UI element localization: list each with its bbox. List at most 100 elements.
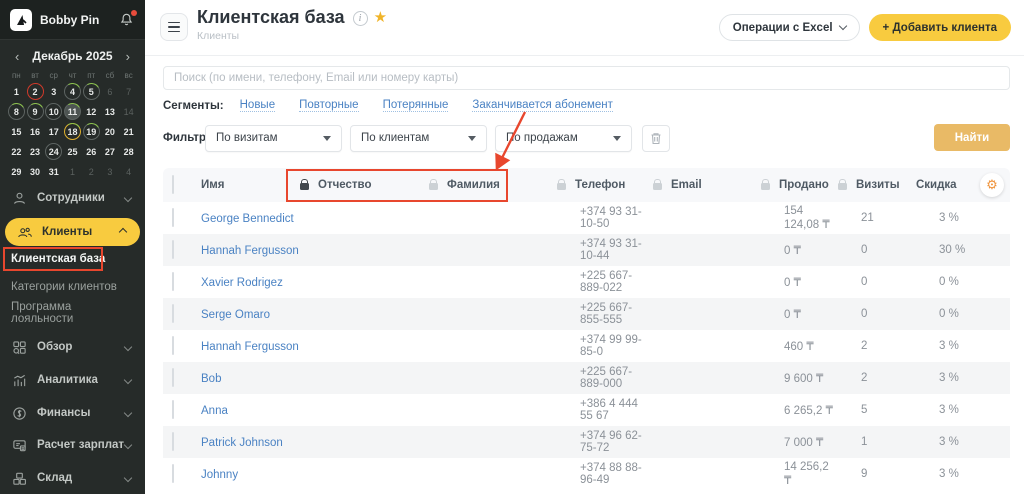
sidebar-subitem-client-base[interactable]: Клиентская база	[0, 246, 145, 271]
calendar-day[interactable]: 23	[27, 143, 44, 160]
calendar-day[interactable]: 1	[64, 163, 81, 180]
calendar-day[interactable]: 10	[45, 103, 62, 120]
calendar-day[interactable]: 19	[83, 123, 100, 140]
calendar-day[interactable]: 30	[27, 163, 44, 180]
segment-link-repeat[interactable]: Повторные	[299, 99, 358, 112]
calendar-day[interactable]: 2	[27, 83, 44, 100]
sidebar-subitem-label: Категории клиентов	[11, 281, 117, 293]
calendar-day[interactable]: 22	[8, 143, 25, 160]
sidebar-item-employees[interactable]: Сотрудники	[0, 184, 145, 212]
sidebar-subitem-loyalty-program[interactable]: Программа лояльности	[0, 300, 145, 325]
row-checkbox[interactable]	[172, 304, 174, 323]
calendar-day[interactable]: 8	[8, 103, 25, 120]
column-header-phone[interactable]: Телефон	[557, 179, 653, 191]
row-checkbox[interactable]	[172, 368, 174, 387]
cell-phone: +225 667-889-022	[557, 270, 653, 294]
cell-discount: 0 %	[916, 308, 986, 320]
column-header-name[interactable]: Имя	[201, 179, 300, 191]
calendar-day[interactable]: 6	[101, 83, 118, 100]
notifications-bell[interactable]	[119, 12, 135, 28]
cell-sold: 0 ₸	[761, 243, 838, 257]
sidebar-item-payroll[interactable]: Расчет зарплат	[0, 431, 145, 459]
sidebar-item-clients[interactable]: Клиенты	[5, 218, 140, 246]
add-client-button[interactable]: + Добавить клиента	[869, 14, 1011, 41]
breadcrumb: Клиенты	[197, 30, 387, 42]
calendar-day[interactable]: 4	[120, 163, 137, 180]
calendar-day[interactable]: 11	[64, 103, 81, 120]
client-name-link[interactable]: George Bennedict	[201, 213, 294, 225]
calendar-day[interactable]: 25	[64, 143, 81, 160]
column-header-last-name[interactable]: Фамилия	[429, 179, 557, 191]
row-checkbox[interactable]	[172, 400, 174, 419]
calendar-next-button[interactable]: ›	[126, 50, 130, 63]
menu-toggle-button[interactable]	[160, 13, 188, 41]
calendar-day[interactable]: 20	[101, 123, 118, 140]
row-checkbox[interactable]	[172, 240, 174, 259]
calendar-day[interactable]: 7	[120, 83, 137, 100]
calendar-day[interactable]: 5	[83, 83, 100, 100]
calendar-day[interactable]: 26	[83, 143, 100, 160]
client-name-link[interactable]: Hannah Fergusson	[201, 341, 299, 353]
row-checkbox[interactable]	[172, 464, 174, 483]
table-header-row: Имя Отчество Фамилия Телефон Email Прода…	[163, 168, 1010, 202]
calendar-day[interactable]: 13	[101, 103, 118, 120]
filter-select-sales[interactable]: По продажам	[495, 125, 632, 152]
calendar-day[interactable]: 9	[27, 103, 44, 120]
row-checkbox[interactable]	[172, 432, 174, 451]
sidebar-item-overview[interactable]: Обзор	[0, 333, 145, 361]
client-name-link[interactable]: Xavier Rodrigez	[201, 277, 283, 289]
client-name-link[interactable]: Johnny	[201, 469, 238, 481]
cell-visits: 5	[838, 404, 916, 416]
client-name-link[interactable]: Serge Omaro	[201, 309, 270, 321]
calendar-day[interactable]: 4	[64, 83, 81, 100]
column-header-middle-name[interactable]: Отчество	[300, 179, 429, 191]
sidebar-item-finance[interactable]: Финансы	[0, 399, 145, 427]
segment-link-subscription-ending[interactable]: Заканчивается абонемент	[472, 99, 613, 112]
segment-link-lost[interactable]: Потерянные	[383, 99, 449, 112]
client-name-link[interactable]: Patrick Johnson	[201, 437, 283, 449]
column-header-discount[interactable]: Скидка	[916, 179, 986, 191]
sidebar-item-analytics[interactable]: Аналитика	[0, 366, 145, 394]
favorite-star-icon[interactable]: ★	[374, 9, 387, 26]
column-header-email[interactable]: Email	[653, 179, 761, 191]
calendar-day[interactable]: 1	[8, 83, 25, 100]
calendar-day[interactable]: 21	[120, 123, 137, 140]
filter-select-clients[interactable]: По клиентам	[350, 125, 487, 152]
calendar-day[interactable]: 3	[45, 83, 62, 100]
calendar-day[interactable]: 12	[83, 103, 100, 120]
calendar-day[interactable]: 29	[8, 163, 25, 180]
row-checkbox[interactable]	[172, 208, 174, 227]
select-all-checkbox[interactable]	[172, 175, 174, 194]
calendar-day[interactable]: 2	[83, 163, 100, 180]
calendar-day[interactable]: 31	[45, 163, 62, 180]
excel-operations-button[interactable]: Операции с Excel	[719, 14, 860, 41]
row-checkbox[interactable]	[172, 272, 174, 291]
calendar-day[interactable]: 14	[120, 103, 137, 120]
segment-link-new[interactable]: Новые	[240, 99, 275, 112]
info-icon[interactable]: i	[353, 11, 368, 26]
sidebar-item-warehouse[interactable]: Склад	[0, 464, 145, 492]
client-search-input[interactable]	[163, 66, 1010, 90]
table-settings-gear-icon[interactable]: ⚙	[980, 173, 1004, 197]
calendar-day[interactable]: 28	[120, 143, 137, 160]
row-checkbox[interactable]	[172, 336, 174, 355]
calendar-prev-button[interactable]: ‹	[15, 50, 19, 63]
calendar-day[interactable]: 17	[45, 123, 62, 140]
sidebar-subitem-client-categories[interactable]: Категории клиентов	[0, 274, 145, 299]
client-name-link[interactable]: Anna	[201, 405, 228, 417]
filter-select-visits[interactable]: По визитам	[205, 125, 342, 152]
calendar-day[interactable]: 16	[27, 123, 44, 140]
client-name-link[interactable]: Hannah Fergusson	[201, 245, 299, 257]
column-header-visits[interactable]: Визиты	[838, 179, 916, 191]
brand-logo[interactable]	[10, 9, 32, 31]
calendar-day[interactable]: 15	[8, 123, 25, 140]
brand-name: Bobby Pin	[40, 13, 119, 27]
calendar-day[interactable]: 24	[45, 143, 62, 160]
calendar-day[interactable]: 27	[101, 143, 118, 160]
calendar-day[interactable]: 18	[64, 123, 81, 140]
clear-filters-button[interactable]	[642, 125, 670, 152]
find-button[interactable]: Найти	[934, 124, 1010, 151]
calendar-day[interactable]: 3	[101, 163, 118, 180]
client-name-link[interactable]: Bob	[201, 373, 221, 385]
column-header-sold[interactable]: Продано	[761, 179, 838, 191]
